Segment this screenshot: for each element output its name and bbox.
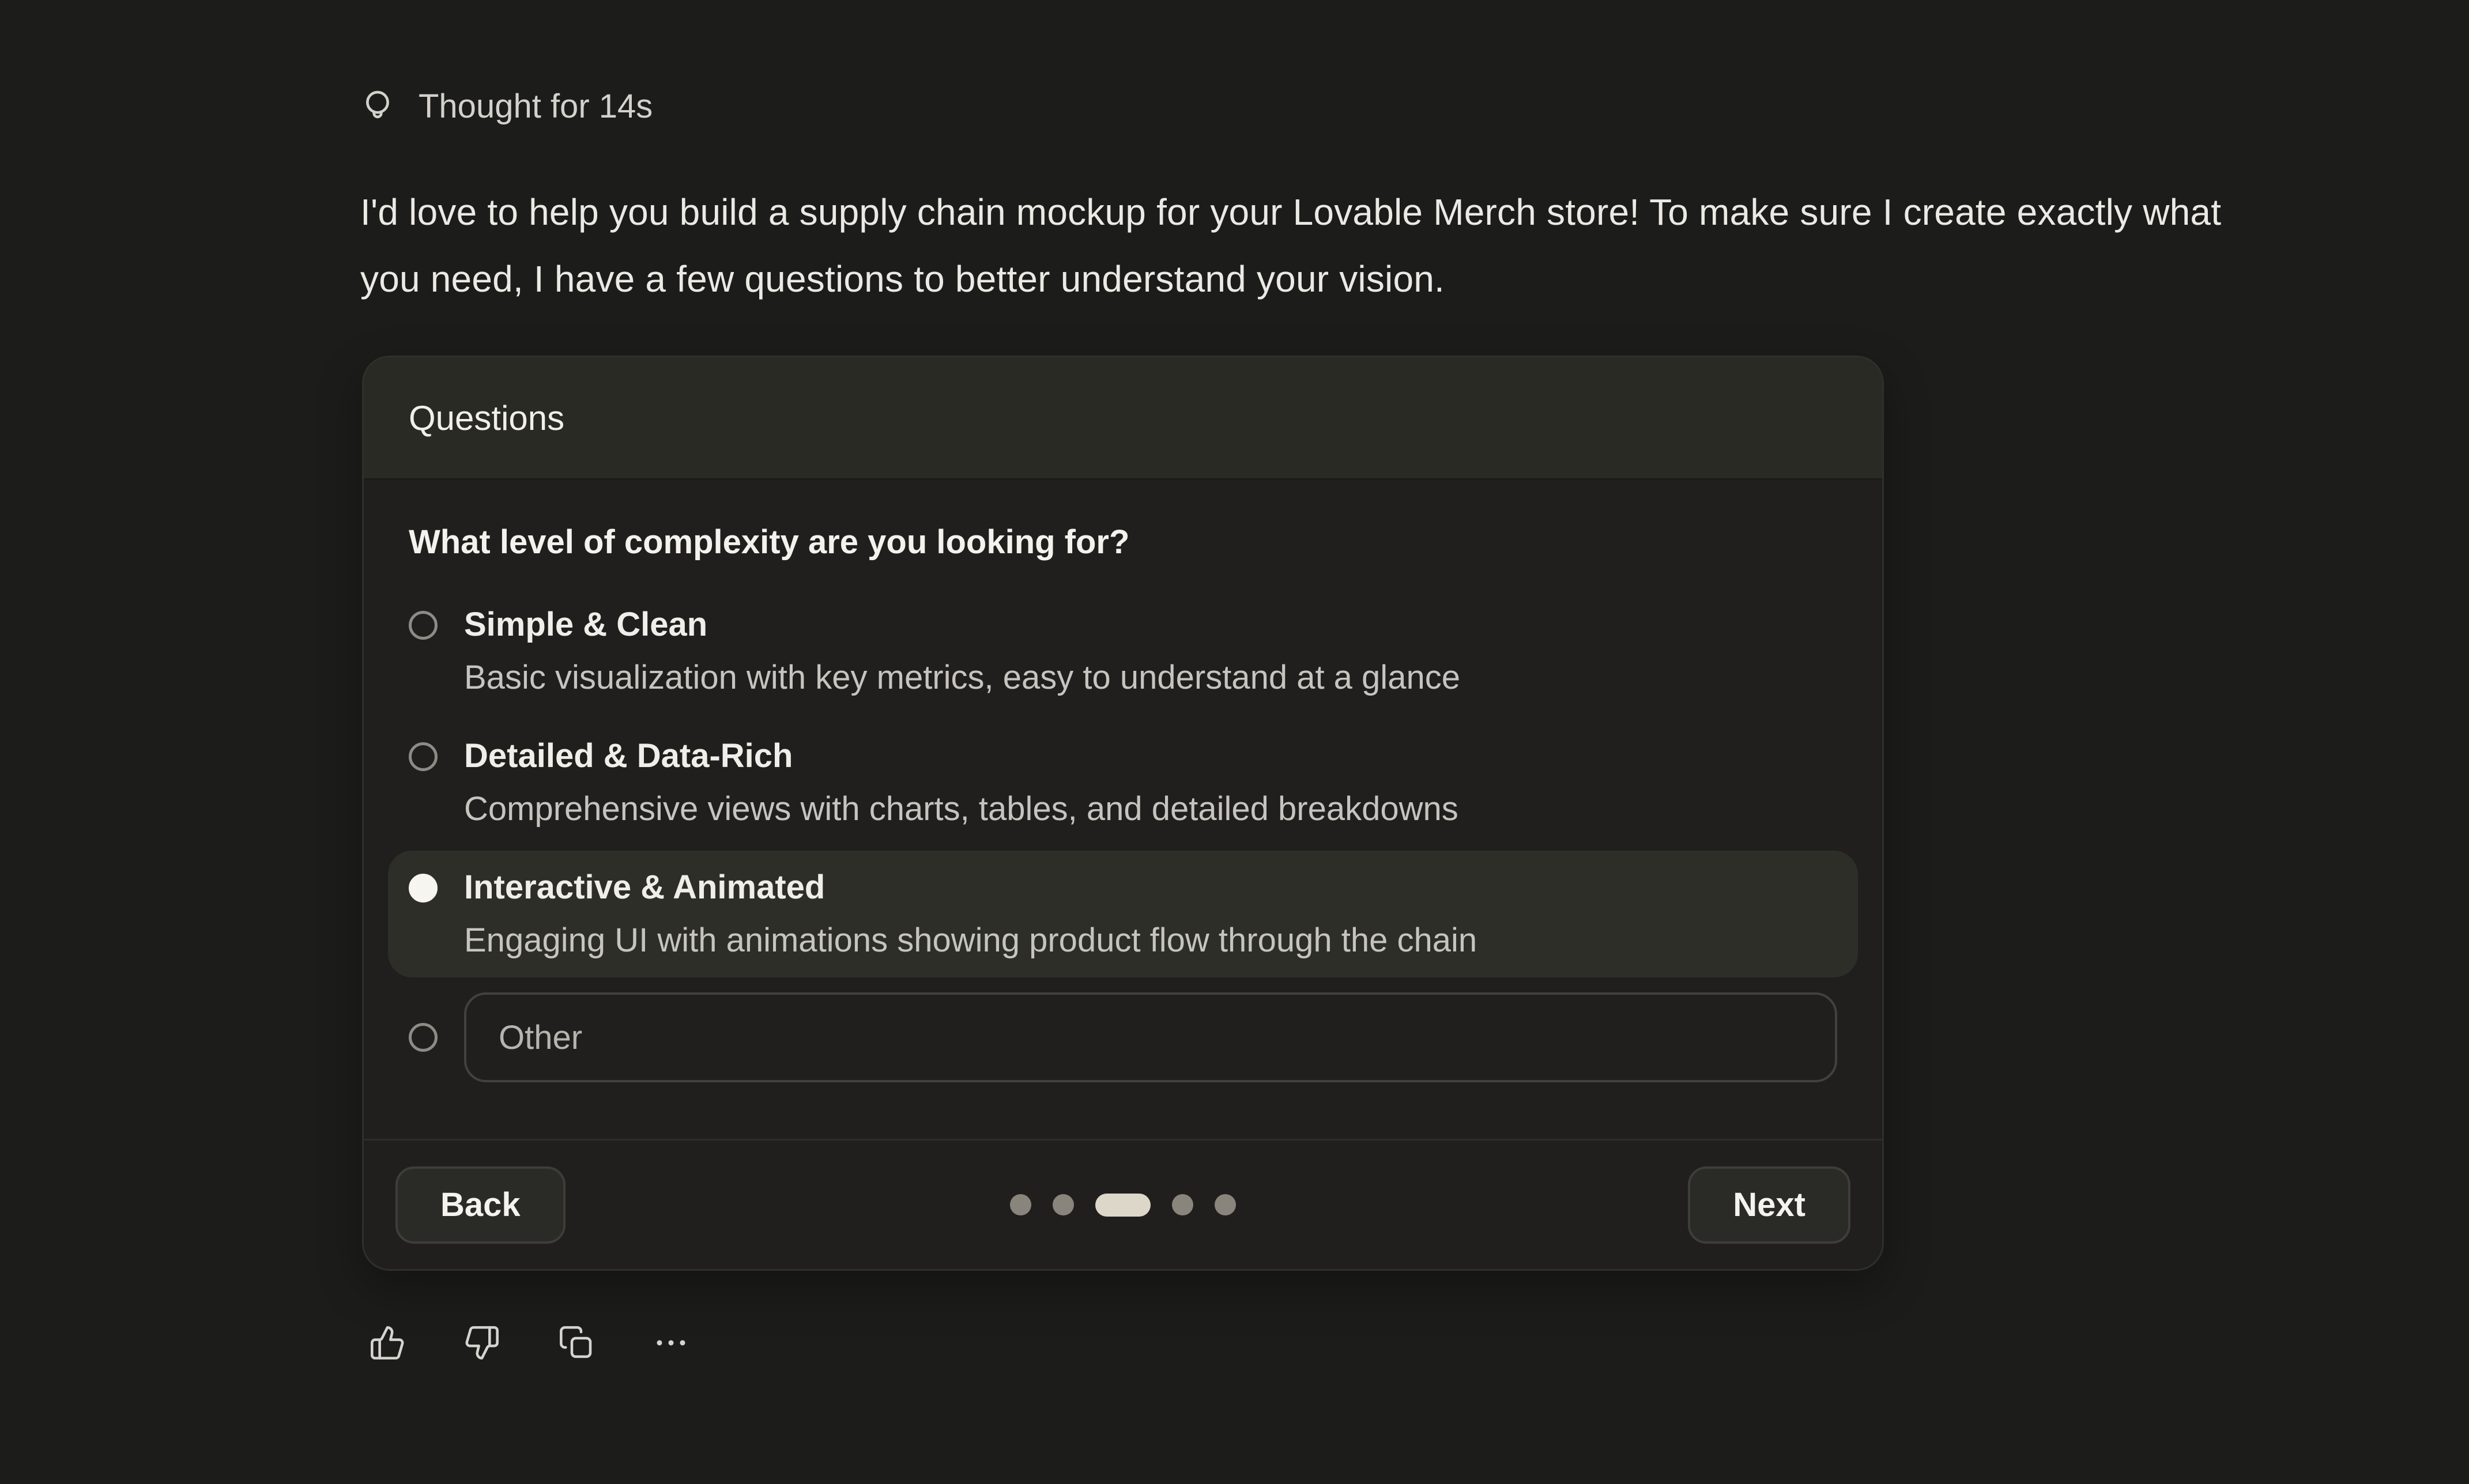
thought-label: Thought for 14s (419, 88, 653, 126)
other-option-input[interactable] (464, 992, 1837, 1082)
thumbs-down-icon (463, 1324, 500, 1361)
lightbulb-icon (359, 88, 397, 126)
option-texts: Interactive & Animated Engaging UI with … (464, 861, 1477, 967)
thumbs-down-button[interactable] (458, 1319, 506, 1367)
radio-unselected-icon[interactable] (409, 611, 438, 640)
option-title: Detailed & Data-Rich (464, 730, 1458, 783)
option-texts: Detailed & Data-Rich Comprehensive views… (464, 730, 1458, 836)
card-title: Questions (409, 398, 564, 438)
back-button[interactable]: Back (395, 1166, 566, 1244)
more-ellipsis-icon (653, 1324, 689, 1361)
radio-unselected-icon[interactable] (409, 742, 438, 771)
option-other[interactable] (388, 982, 1858, 1093)
message-actions (363, 1319, 695, 1367)
card-body: What level of complexity are you looking… (364, 479, 1882, 1139)
option-description: Engaging UI with animations showing prod… (464, 914, 1477, 967)
thought-row[interactable]: Thought for 14s (359, 88, 653, 126)
card-footer: Back Next (364, 1139, 1882, 1269)
option-title: Simple & Clean (464, 598, 1460, 651)
card-header: Questions (364, 357, 1882, 479)
questions-card: Questions What level of complexity are y… (362, 356, 1884, 1271)
options-list: Simple & Clean Basic visualization with … (388, 588, 1858, 1093)
progress-dot (1172, 1194, 1193, 1215)
progress-dot (1053, 1194, 1074, 1215)
assistant-message: I'd love to help you build a supply chai… (360, 179, 2245, 312)
option-detailed-data-rich[interactable]: Detailed & Data-Rich Comprehensive views… (388, 719, 1858, 846)
question-text: What level of complexity are you looking… (409, 516, 1837, 568)
progress-dot (1010, 1194, 1031, 1215)
thumbs-up-icon (369, 1324, 406, 1361)
thumbs-up-button[interactable] (363, 1319, 412, 1367)
copy-icon (558, 1324, 595, 1361)
option-simple-clean[interactable]: Simple & Clean Basic visualization with … (388, 588, 1858, 715)
option-description: Basic visualization with key metrics, ea… (464, 651, 1460, 704)
progress-indicator (1010, 1194, 1236, 1217)
option-description: Comprehensive views with charts, tables,… (464, 783, 1458, 836)
progress-dot (1215, 1194, 1236, 1215)
option-texts: Simple & Clean Basic visualization with … (464, 598, 1460, 704)
progress-dot-active (1095, 1194, 1151, 1217)
copy-button[interactable] (552, 1319, 601, 1367)
next-button[interactable]: Next (1688, 1166, 1850, 1244)
more-button[interactable] (647, 1319, 695, 1367)
option-interactive-animated[interactable]: Interactive & Animated Engaging UI with … (388, 851, 1858, 977)
radio-unselected-icon[interactable] (409, 1023, 438, 1052)
radio-selected-icon[interactable] (409, 874, 438, 903)
option-title: Interactive & Animated (464, 861, 1477, 914)
